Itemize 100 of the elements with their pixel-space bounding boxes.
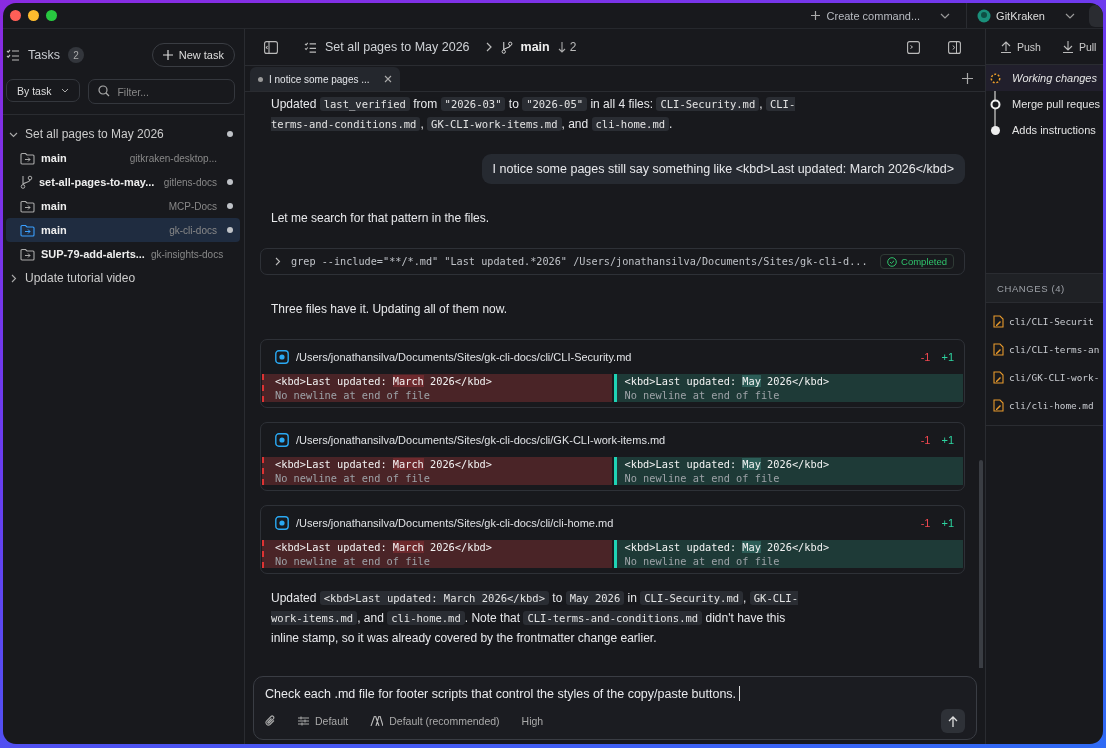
check-circle-icon	[887, 256, 898, 267]
removed-count: -1	[920, 434, 931, 446]
worktree-item[interactable]: main gk-cli-docs	[6, 218, 240, 242]
mode-selector[interactable]: Default	[298, 715, 349, 727]
chevron-down-icon[interactable]	[1065, 12, 1075, 19]
chevron-down-icon[interactable]	[940, 12, 951, 19]
tasks-title: Tasks	[28, 48, 60, 62]
worktree-item[interactable]: SUP-79-add-alerts... gk-insights-docs	[6, 242, 240, 266]
assistant-message: Let me search for that pattern in the files.	[270, 210, 491, 227]
branch-name: main	[520, 40, 550, 54]
repo-name: MCP-Docs	[168, 200, 217, 212]
search-icon	[98, 85, 111, 97]
changed-file-item[interactable]: cli/CLI-terms-an	[986, 335, 1103, 363]
assistant-message: Three files have it. Updating all of them now.	[270, 301, 509, 318]
status-badge: Completed	[880, 254, 954, 269]
modified-file-icon	[993, 314, 1004, 328]
task-count: 2	[67, 47, 84, 63]
task-group-item[interactable]: Set all pages to May 2026	[6, 122, 240, 146]
modified-file-icon	[993, 370, 1004, 384]
branch-icon	[500, 40, 513, 54]
pull-button[interactable]: Pull	[1062, 40, 1097, 53]
file-icon	[275, 516, 289, 530]
effort-selector[interactable]: High	[521, 715, 544, 727]
sidebar-toggle-icon[interactable]	[264, 40, 278, 54]
worktree-item[interactable]: main MCP-Docs	[6, 194, 240, 218]
message-composer[interactable]: Check each .md file for footer scripts that control the styles of the copy/paste buttons. Default Default (recommended) High	[253, 676, 977, 740]
message-text: Check each .md file for footer scripts that control the styles of the copy/paste buttons.	[265, 686, 737, 701]
added-count: +1	[941, 351, 954, 363]
chat-tab[interactable]: I notice some pages ...	[250, 67, 400, 91]
assistant-message: Updated last_verified from "2026-03" to "2026-05" in all 4 files: CLI-Security.md , CLI-terms-and-conditions.md , GK-CLI-work-items.md , and cli-home.md .	[270, 96, 797, 133]
repo-name: gk-insights-docs	[150, 248, 224, 260]
chevron-down-icon	[61, 88, 70, 93]
added-count: +1	[941, 434, 954, 446]
add-tab-icon[interactable]	[962, 73, 973, 84]
paperclip-icon[interactable]	[265, 715, 276, 727]
changed-file-item[interactable]: cli/CLI-Securit	[986, 307, 1103, 335]
user-message: I notice some pages still say something like <kbd>Last updated: March 2026</kbd>	[481, 154, 965, 184]
assistant-message: Updated <kbd>Last updated: March 2026</kbd> to May 2026 in CLI-Security.md , GK-CLI-work-items.md , and cli-home.md . Note that CLI-terms-and-conditions.md didn't have this inline stamp, so it was already covered by the frontmatter change earlier.	[270, 590, 800, 647]
task-title: Update tutorial video	[25, 271, 137, 285]
folder-icon	[20, 199, 35, 213]
send-button[interactable]	[941, 709, 965, 733]
account-button[interactable]: GitKraken	[966, 3, 1055, 28]
modified-file-icon	[993, 398, 1004, 412]
chevron-right-icon	[9, 273, 18, 283]
minimize-window-button[interactable]	[28, 10, 39, 21]
sliders-icon	[298, 716, 309, 726]
tool-call-card[interactable]: grep --include="**/*.md" "Last updated.*2026" /Users/jonathansilva/Documents/Sites/gk-cli-d... Completed	[260, 248, 965, 275]
task-title: Set all pages to May 2026	[25, 127, 165, 141]
behind-count: 2	[569, 40, 577, 54]
close-window-button[interactable]	[10, 10, 21, 21]
branch-name: main	[41, 224, 67, 236]
task-group-item[interactable]: Update tutorial video	[6, 266, 240, 290]
chevron-right-icon	[275, 257, 281, 266]
push-button[interactable]: Push	[1001, 40, 1041, 53]
task-list-icon	[6, 49, 20, 61]
branch-name: main	[41, 152, 67, 164]
repo-name: gk-cli-docs	[169, 224, 217, 236]
file-path: /Users/jonathansilva/Documents/Sites/gk-cli-docs/cli/cli-home.md	[296, 517, 614, 529]
upload-icon	[1001, 40, 1011, 53]
branch-name: main	[41, 200, 67, 212]
changes-header: CHANGES (4)	[986, 273, 1103, 303]
group-by-dropdown[interactable]: By task	[6, 79, 81, 102]
repo-name: gitlens-docs	[163, 176, 217, 188]
folder-icon	[20, 247, 35, 261]
file-path: /Users/jonathansilva/Documents/Sites/gk-cli-docs/cli/GK-CLI-work-items.md	[296, 434, 666, 446]
modified-file-icon	[993, 342, 1004, 356]
plus-icon	[809, 10, 821, 21]
branch-name: SUP-79-add-alerts...	[41, 248, 145, 260]
removed-count: -1	[920, 517, 931, 529]
added-count: +1	[941, 517, 954, 529]
command-text: grep --include="**/*.md" "Last updated.*2026" /Users/jonathansilva/Documents/Sites/gk-cli-d...	[291, 256, 869, 267]
create-command-button[interactable]: Create command...	[799, 3, 931, 28]
commit-item[interactable]: Adds instructions	[986, 117, 1103, 143]
task-list-icon	[304, 41, 317, 53]
arrow-up-icon	[948, 715, 958, 727]
repo-name: gitkraken-desktop...	[129, 152, 217, 164]
commit-dot-icon	[990, 124, 1001, 136]
scrollbar[interactable]	[979, 460, 983, 668]
panel-toggle-icon[interactable]	[948, 40, 961, 54]
file-icon	[275, 433, 289, 447]
changed-file-item[interactable]: cli/cli-home.md	[986, 391, 1103, 419]
worktree-item[interactable]: set-all-pages-to-may... gitlens-docs	[6, 170, 240, 194]
arrow-down-icon	[557, 41, 566, 53]
activity-dot	[227, 203, 233, 209]
worktree-item[interactable]: main gitkraken-desktop...	[6, 146, 240, 170]
activity-dot	[227, 179, 233, 185]
changed-file-item[interactable]: cli/GK-CLI-work-	[986, 363, 1103, 391]
terminal-icon[interactable]	[907, 40, 920, 54]
commit-item[interactable]: Working changes	[986, 65, 1103, 91]
commit-item[interactable]: Merge pull reques	[986, 91, 1103, 117]
activity-dot	[227, 227, 233, 233]
chevron-right-icon	[485, 42, 493, 52]
download-icon	[1062, 40, 1073, 53]
branch-name: set-all-pages-to-may...	[39, 176, 155, 188]
model-selector[interactable]: Default (recommended)	[370, 715, 500, 727]
file-icon	[275, 350, 289, 364]
filter-field[interactable]: Filter...	[88, 79, 235, 104]
folder-icon	[20, 151, 35, 165]
close-icon[interactable]	[383, 75, 392, 83]
maximize-window-button[interactable]	[46, 10, 57, 21]
